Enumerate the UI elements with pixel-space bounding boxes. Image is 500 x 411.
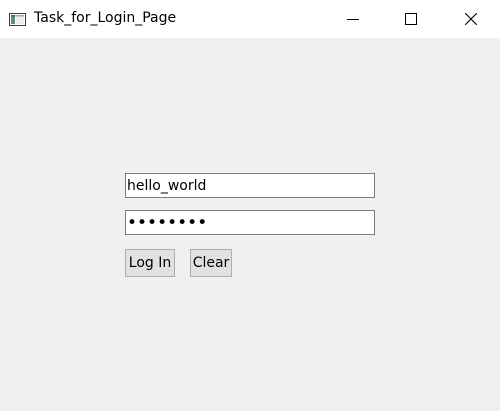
login-button[interactable]: Log In bbox=[125, 249, 175, 277]
maximize-button[interactable] bbox=[382, 0, 440, 38]
window-title: Task_for_Login_Page bbox=[34, 10, 177, 26]
title-bar[interactable]: Task_for_Login_Page bbox=[0, 0, 500, 38]
maximize-icon bbox=[405, 13, 417, 25]
app-window: Task_for_Login_Page Log In Clear bbox=[0, 0, 500, 411]
close-icon bbox=[465, 13, 477, 25]
minimize-button[interactable] bbox=[324, 0, 382, 38]
password-input[interactable] bbox=[125, 210, 375, 235]
close-button[interactable] bbox=[442, 0, 500, 38]
login-form: Log In Clear bbox=[0, 38, 500, 411]
username-input[interactable] bbox=[125, 173, 375, 198]
minimize-icon bbox=[347, 13, 359, 25]
app-window-icon bbox=[9, 11, 26, 26]
clear-button[interactable]: Clear bbox=[190, 249, 232, 277]
